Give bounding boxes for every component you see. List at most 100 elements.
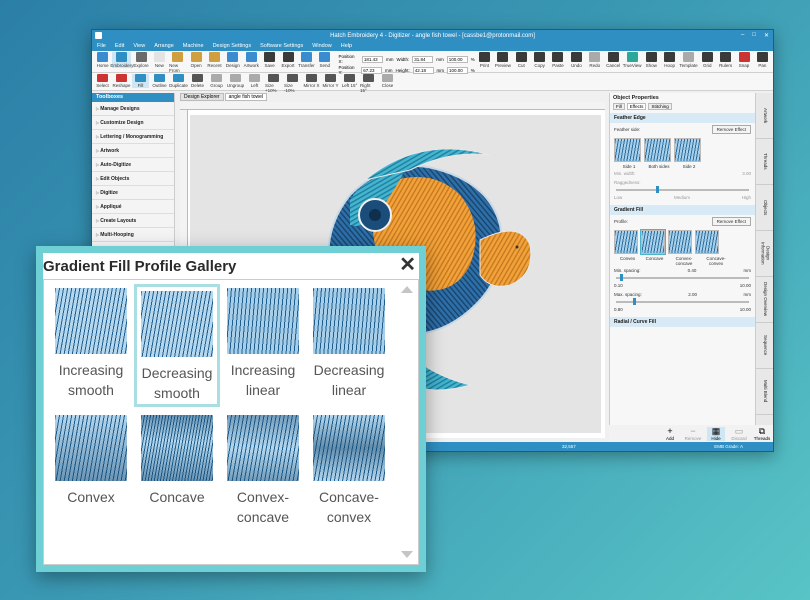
- toolbox-item[interactable]: Appliqué: [92, 200, 174, 214]
- tool-delete-button[interactable]: Delete: [189, 74, 206, 88]
- toolbox-item[interactable]: Multi-Hooping: [92, 228, 174, 242]
- ribbon-cancel-button[interactable]: Cancel: [604, 52, 621, 68]
- gallery-item-decreasing-linear[interactable]: Decreasing linear: [306, 284, 392, 407]
- tool-select-button[interactable]: Select: [94, 74, 111, 88]
- profile-concave-convex-option[interactable]: [695, 230, 719, 254]
- gallery-item-decreasing-smooth[interactable]: Decreasing smooth: [134, 284, 220, 407]
- gallery-scrollbar[interactable]: [396, 280, 418, 564]
- max-spacing-slider[interactable]: [616, 298, 749, 305]
- toolbox-item[interactable]: Edit Objects: [92, 172, 174, 186]
- add-button[interactable]: + Add: [661, 427, 679, 442]
- side-tab-artwork[interactable]: Artwork: [756, 93, 773, 139]
- ribbon-rulers-button[interactable]: Rulers: [717, 52, 734, 68]
- feather-both-option[interactable]: [644, 138, 671, 162]
- gallery-item-concave-convex[interactable]: Concave- convex: [306, 411, 392, 534]
- profile-convex-concave-option[interactable]: [668, 230, 692, 254]
- tool-ungroup-button[interactable]: Ungroup: [227, 74, 244, 88]
- ribbon-copy-button[interactable]: Copy: [531, 52, 548, 68]
- ribbon-redo-button[interactable]: Redo: [586, 52, 603, 68]
- menu-arrange[interactable]: Arrange: [154, 43, 174, 49]
- ribbon-new-button[interactable]: New: [151, 52, 168, 68]
- menu-software-settings[interactable]: Software Settings: [260, 43, 303, 49]
- scroll-up-icon[interactable]: [401, 286, 413, 293]
- position-x-input[interactable]: 181.43: [361, 55, 383, 63]
- ribbon-design-button[interactable]: Design: [224, 52, 241, 68]
- tool-mirror-x-button[interactable]: Mirror X: [303, 74, 320, 88]
- width-input[interactable]: 31.84: [412, 55, 434, 63]
- ribbon-embroidery-button[interactable]: Embroidery: [110, 52, 133, 68]
- ribbon-cut-button[interactable]: Cut: [513, 52, 530, 68]
- side-tab-design-overview[interactable]: Design Overview: [756, 277, 773, 323]
- toolbox-item[interactable]: Manage Designs: [92, 102, 174, 116]
- ribbon-pan-button[interactable]: Pan: [754, 52, 771, 68]
- height-pct-input[interactable]: 100.00: [447, 66, 468, 74]
- menu-machine[interactable]: Machine: [183, 43, 204, 49]
- gallery-item-concave[interactable]: Concave: [134, 411, 220, 534]
- height-input[interactable]: 42.18: [412, 66, 434, 74]
- ribbon-print-button[interactable]: Print: [476, 52, 493, 68]
- toolbox-item[interactable]: Create Layouts: [92, 214, 174, 228]
- section-gradient-fill[interactable]: Gradient Fill: [610, 205, 755, 215]
- menu-design-settings[interactable]: Design Settings: [213, 43, 252, 49]
- side-tab-sequence[interactable]: Sequence: [756, 323, 773, 369]
- max-spacing-input[interactable]: 2.00: [688, 292, 697, 297]
- side-tab-multi-blend[interactable]: Multi Blend: [756, 369, 773, 415]
- remove-button[interactable]: − Remove: [684, 427, 702, 442]
- tab-angle-fish-towel[interactable]: angle fish towel: [224, 93, 268, 101]
- ribbon-send-button[interactable]: Send: [316, 52, 333, 68]
- raggedness-slider[interactable]: [616, 186, 749, 193]
- maximize-icon[interactable]: □: [752, 32, 756, 39]
- position-y-input[interactable]: 67.23: [361, 66, 383, 74]
- ribbon-artwork-button[interactable]: Artwork: [243, 52, 260, 68]
- section-feather-edge[interactable]: Feather Edge: [610, 113, 755, 123]
- ribbon-export-button[interactable]: Export: [279, 52, 296, 68]
- ribbon-save-button[interactable]: Save: [261, 52, 278, 68]
- tool-size-10--button[interactable]: Size +10%: [265, 74, 282, 93]
- tool-duplicate-button[interactable]: Duplicate: [169, 74, 188, 88]
- threads-button[interactable]: ⧉ Threads: [753, 427, 771, 442]
- side-tab-design-information[interactable]: Design Information: [756, 231, 773, 277]
- tab-fill[interactable]: Fill: [613, 103, 625, 110]
- tab-stitching[interactable]: Stitching: [648, 103, 672, 110]
- tool-size-10--button[interactable]: Size -10%: [284, 74, 301, 93]
- ribbon-show-button[interactable]: Show: [643, 52, 660, 68]
- menu-file[interactable]: File: [97, 43, 106, 49]
- tool-left-15--button[interactable]: Left 15°: [341, 74, 358, 88]
- scroll-down-icon[interactable]: [401, 551, 413, 558]
- gallery-item-increasing-linear[interactable]: Increasing linear: [220, 284, 306, 407]
- tool-group-button[interactable]: Group: [208, 74, 225, 88]
- toolbox-item[interactable]: Auto-Digitize: [92, 158, 174, 172]
- ribbon-paste-button[interactable]: Paste: [549, 52, 566, 68]
- gallery-item-increasing-smooth[interactable]: Increasing smooth: [48, 284, 134, 407]
- ribbon-trueview-button[interactable]: TrueView: [623, 52, 642, 68]
- tool-reshape-button[interactable]: Reshape: [113, 74, 131, 88]
- discard-button[interactable]: ▭ Discard: [730, 427, 748, 442]
- toolbox-item[interactable]: Digitize: [92, 186, 174, 200]
- tool-fill-button[interactable]: Fill: [132, 74, 149, 88]
- ribbon-home-button[interactable]: Home: [94, 52, 111, 68]
- close-icon[interactable]: ✕: [399, 252, 416, 277]
- tool-left-button[interactable]: Left: [246, 74, 263, 88]
- tool-close-button[interactable]: Close: [379, 74, 396, 88]
- minimize-icon[interactable]: –: [741, 32, 744, 39]
- ribbon-preview-button[interactable]: Preview: [494, 52, 511, 68]
- toolbox-item[interactable]: Lettering / Monogramming: [92, 130, 174, 144]
- ribbon-recent-button[interactable]: Recent: [206, 52, 223, 68]
- section-radial-curve-fill[interactable]: Radial / Curve Fill: [610, 317, 755, 327]
- min-spacing-slider[interactable]: [616, 274, 749, 281]
- profile-convex-option[interactable]: [614, 230, 638, 254]
- close-window-icon[interactable]: ✕: [764, 32, 769, 39]
- ribbon-new-from-button[interactable]: New From: [169, 52, 186, 73]
- ribbon-undo-button[interactable]: Undo: [568, 52, 585, 68]
- menu-help[interactable]: Help: [341, 43, 352, 49]
- ribbon-snap-button[interactable]: Snap: [735, 52, 752, 68]
- width-pct-input[interactable]: 100.00: [446, 55, 468, 63]
- ribbon-explore-button[interactable]: Explore: [132, 52, 149, 68]
- ribbon-grid-button[interactable]: Grid: [699, 52, 716, 68]
- gallery-item-convex-concave[interactable]: Convex- concave: [220, 411, 306, 534]
- toolbox-item[interactable]: Artwork: [92, 144, 174, 158]
- hide-button[interactable]: ▦ Hide: [707, 427, 725, 441]
- gallery-item-convex[interactable]: Convex: [48, 411, 134, 534]
- side-tab-threads[interactable]: Threads: [756, 139, 773, 185]
- profile-concave-option[interactable]: [640, 229, 666, 255]
